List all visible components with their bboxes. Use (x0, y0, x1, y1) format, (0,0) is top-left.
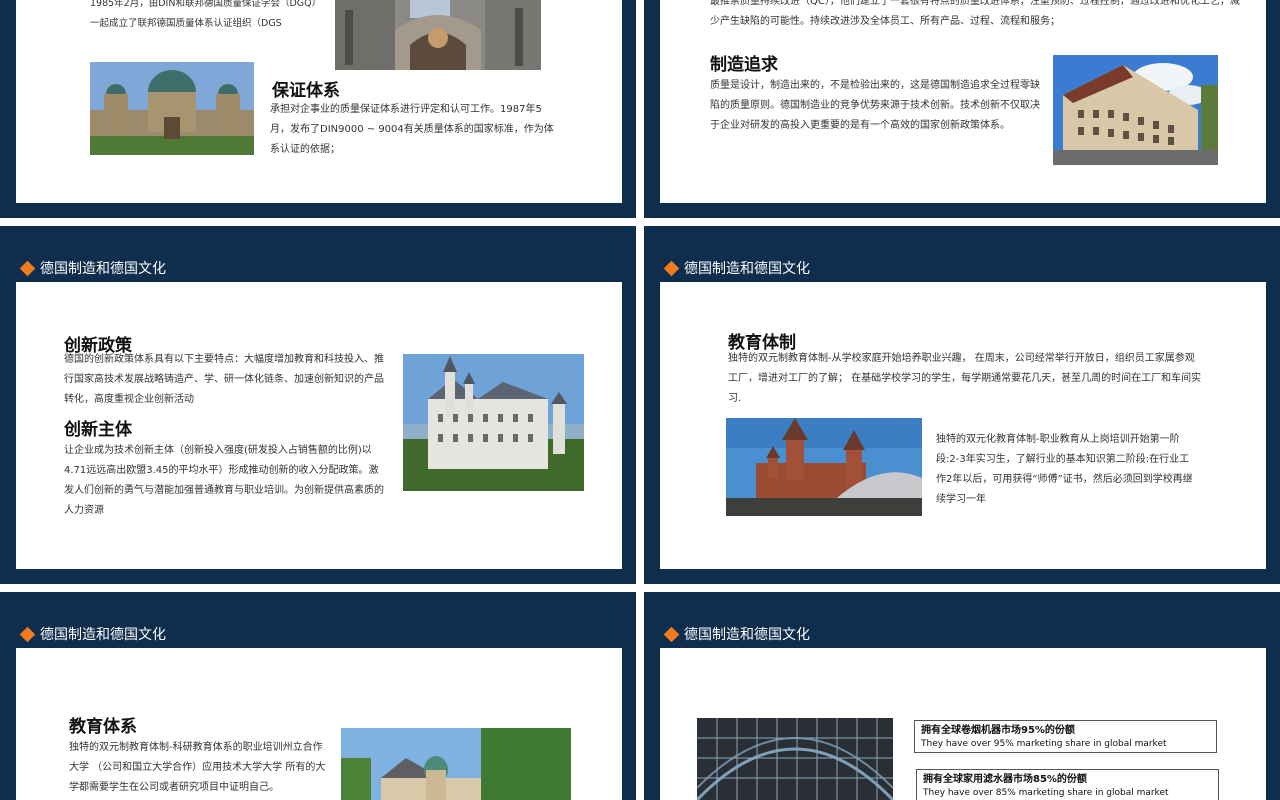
slide-card: 拥有全球卷烟机器市场95%的份额 They have over 95% mark… (660, 648, 1266, 800)
slide-manufacturing-pursuit[interactable]: 最推崇质量持续改进（QC），他们建立了一套很有特点的质量改进体系，注重预防、过程… (644, 0, 1280, 218)
slide-innovation-policy[interactable]: 德国制造和德国文化 创新政策 德国的创新政策体系具有以下主要特点：大幅度增加教育… (0, 226, 636, 584)
slide-card: 最推崇质量持续改进（QC），他们建立了一套很有特点的质量改进体系，注重预防、过程… (660, 0, 1266, 203)
slide-card: 教育体制 独特的双元制教育体制-从学校家庭开始培养职业兴趣， 在周末，公司经常举… (660, 282, 1266, 569)
market-share-en: They have over 85% marketing share in gl… (923, 788, 1169, 798)
slide-market-share[interactable]: 德国制造和德国文化 拥有全球卷烟机器市场95%的份额 They have ove… (644, 592, 1280, 800)
slide-education-framework[interactable]: 德国制造和德国文化 教育体系 独特的双元制教育体制-科研教育体系的职业培训州立合… (0, 592, 636, 800)
slide-header-title: 德国制造和德国文化 (684, 627, 810, 643)
diamond-bullet-icon (663, 260, 680, 276)
slide-header: 德国制造和德国文化 (663, 257, 810, 279)
diamond-bullet-icon (19, 260, 36, 276)
slide-education-system[interactable]: 德国制造和德国文化 教育体制 独特的双元制教育体制-从学校家庭开始培养职业兴趣，… (644, 226, 1280, 584)
slide-card: 1985年2月，由DIN和联邦德国质量保证学会（DGQ）一起成立了联邦德国质量体… (16, 0, 622, 203)
slide-header: 德国制造和德国文化 (19, 623, 166, 645)
slide-header: 德国制造和德国文化 (663, 623, 810, 645)
education-system-body: 独特的双元制教育体制-从学校家庭开始培养职业兴趣， 在周末，公司经常举行开放日，… (728, 353, 1202, 404)
slide-header-title: 德国制造和德国文化 (684, 261, 810, 277)
slide-quality-system[interactable]: 1985年2月，由DIN和联邦德国质量保证学会（DGQ）一起成立了联邦德国质量体… (0, 0, 636, 218)
innovation-subject-body: 让企业成为技术创新主体（创新投入强度(研发投入占销售额的比例)以4.71远远高出… (64, 445, 384, 516)
neuschwanstein-castle-photo (403, 354, 584, 491)
slide-card: 创新政策 德国的创新政策体系具有以下主要特点：大幅度增加教育和科技投入、推行国家… (16, 282, 622, 569)
market-share-en: They have over 95% marketing share in gl… (921, 739, 1167, 749)
section-body: 承担对企事业的质量保证体系进行评定和认可工作。1987年5月，发布了DIN900… (270, 104, 554, 155)
german-building-photo (1053, 55, 1218, 165)
diamond-bullet-icon (19, 626, 36, 642)
slide-card: 教育体系 独特的双元制教育体制-科研教育体系的职业培训州立合作大学 （公司和国立… (16, 648, 622, 800)
section-heading: 制造追求 (710, 55, 778, 75)
qc-text: 最推崇质量持续改进（QC），他们建立了一套很有特点的质量改进体系，注重预防、过程… (710, 0, 1240, 27)
innovation-policy-body: 德国的创新政策体系具有以下主要特点：大幅度增加教育和科技投入、推行国家高技术发展… (64, 354, 384, 405)
innovation-subject-heading: 创新主体 (64, 420, 132, 440)
mainz-cathedral-photo (726, 418, 922, 516)
university-building-photo (341, 728, 571, 800)
slide-header: 德国制造和德国文化 (19, 257, 166, 279)
dual-education-body: 独特的双元化教育体制-职业教育从上岗培训开始第一阶段:2-3年实习生，了解行业的… (936, 434, 1193, 505)
market-share-cn: 拥有全球家用滤水器市场85%的份额 (923, 774, 1087, 785)
market-share-cn: 拥有全球卷烟机器市场95%的份额 (921, 725, 1075, 736)
church-tower-photo (335, 0, 541, 70)
section-heading: 保证体系 (272, 81, 340, 101)
education-framework-body: 独特的双元制教育体制-科研教育体系的职业培训州立合作大学 （公司和国立大学合作）… (69, 742, 326, 793)
education-framework-heading: 教育体系 (69, 717, 137, 737)
berlin-cathedral-photo (90, 62, 254, 155)
section-body: 质量是设计，制造出来的，不是检验出来的，这是德国制造追求全过程零缺陷的质量原则。… (710, 80, 1040, 131)
dgs-text: 1985年2月，由DIN和联邦德国质量保证学会（DGQ）一起成立了联邦德国质量体… (90, 0, 322, 29)
glass-roof-station-photo (697, 718, 893, 800)
slide-header-title: 德国制造和德国文化 (40, 261, 166, 277)
market-share-box-2: 拥有全球家用滤水器市场85%的份额 They have over 85% mar… (916, 769, 1219, 800)
diamond-bullet-icon (663, 626, 680, 642)
market-share-box-1: 拥有全球卷烟机器市场95%的份额 They have over 95% mark… (914, 720, 1217, 753)
slide-header-title: 德国制造和德国文化 (40, 627, 166, 643)
